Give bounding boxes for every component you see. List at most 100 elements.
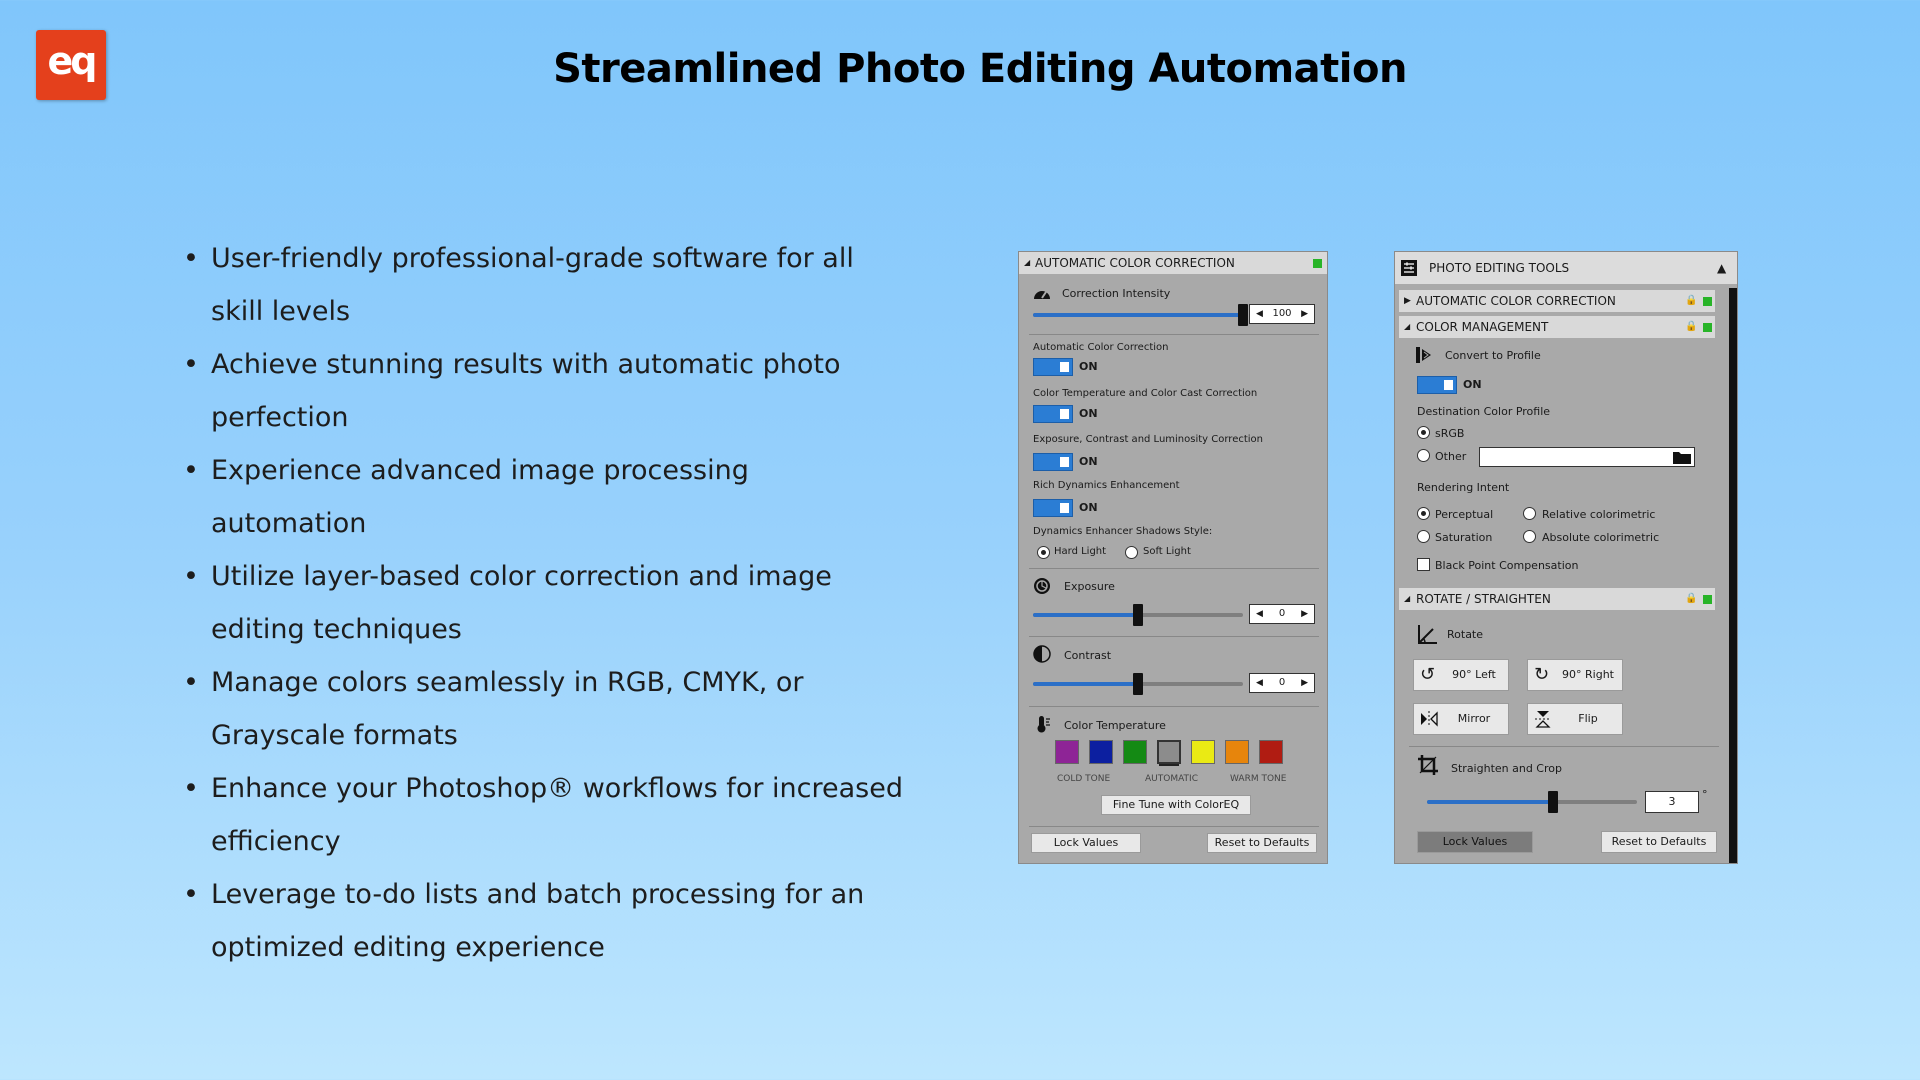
- thermometer-icon: [1037, 716, 1050, 733]
- decrement-arrow-icon[interactable]: ◀: [1256, 305, 1263, 323]
- convert-profile-toggle[interactable]: [1417, 376, 1457, 394]
- reset-defaults-button[interactable]: Reset to Defaults: [1207, 833, 1317, 853]
- hard-light-radio[interactable]: [1037, 546, 1050, 559]
- exposure-contrast-toggle[interactable]: [1033, 453, 1073, 471]
- black-point-checkbox[interactable]: [1417, 558, 1430, 571]
- slider-handle[interactable]: [1548, 791, 1558, 813]
- slider-handle[interactable]: [1238, 304, 1248, 326]
- shadows-style-label: Dynamics Enhancer Shadows Style:: [1033, 526, 1213, 537]
- color-swatch[interactable]: [1225, 740, 1249, 764]
- button-label: Mirror: [1457, 712, 1491, 725]
- expand-triangle-icon[interactable]: ▶: [1404, 290, 1411, 312]
- cold-tone-caption: COLD TONE: [1057, 774, 1111, 784]
- perceptual-radio[interactable]: [1417, 507, 1430, 520]
- slider-fill: [1427, 800, 1553, 804]
- rendering-intent-label: Rendering Intent: [1417, 481, 1510, 494]
- soft-light-radio[interactable]: [1125, 546, 1138, 559]
- increment-arrow-icon[interactable]: ▶: [1301, 305, 1308, 323]
- radio-label: Saturation: [1435, 531, 1493, 544]
- rotate-label: Rotate: [1447, 628, 1484, 641]
- straighten-value-field[interactable]: 3: [1645, 791, 1699, 813]
- panel-header[interactable]: ◢ AUTOMATIC COLOR CORRECTION: [1019, 252, 1327, 274]
- aperture-icon: [1034, 578, 1050, 594]
- other-radio[interactable]: [1417, 449, 1430, 462]
- color-swatch[interactable]: [1259, 740, 1283, 764]
- reset-defaults-button[interactable]: Reset to Defaults: [1601, 831, 1717, 853]
- contrast-stepper[interactable]: ◀ 0 ▶: [1249, 673, 1315, 693]
- panel-title: PHOTO EDITING TOOLS: [1429, 261, 1570, 275]
- color-swatch[interactable]: [1055, 740, 1079, 764]
- mirror-button[interactable]: Mirror: [1413, 703, 1509, 735]
- relative-colorimetric-radio[interactable]: [1523, 507, 1536, 520]
- decrement-arrow-icon[interactable]: ◀: [1256, 605, 1263, 623]
- intensity-stepper[interactable]: ◀ 100 ▶: [1249, 304, 1315, 324]
- color-swatch[interactable]: [1089, 740, 1113, 764]
- saturation-radio[interactable]: [1417, 530, 1430, 543]
- collapse-triangle-icon[interactable]: ◢: [1404, 588, 1410, 610]
- exposure-label: Exposure: [1064, 580, 1115, 593]
- absolute-colorimetric-radio[interactable]: [1523, 530, 1536, 543]
- divider: [1029, 636, 1319, 637]
- feature-item: Achieve stunning results with automatic …: [180, 338, 910, 444]
- slider-handle[interactable]: [1133, 673, 1143, 695]
- increment-arrow-icon[interactable]: ▶: [1301, 674, 1308, 692]
- toggle-state: ON: [1079, 360, 1098, 373]
- status-indicator: [1703, 323, 1712, 332]
- black-point-label: Black Point Compensation: [1435, 559, 1579, 572]
- section-color-management[interactable]: ◢ COLOR MANAGEMENT 🔒: [1399, 316, 1715, 338]
- stepper-value: 0: [1278, 608, 1286, 619]
- stepper-value: 100: [1272, 308, 1292, 319]
- rich-dynamics-toggle[interactable]: [1033, 499, 1073, 517]
- flip-button[interactable]: Flip: [1527, 703, 1623, 735]
- radio-label: Absolute colorimetric: [1542, 531, 1660, 544]
- automatic-caption: AUTOMATIC: [1145, 774, 1198, 784]
- tools-list-icon: [1401, 260, 1417, 276]
- section-rotate[interactable]: ◢ ROTATE / STRAIGHTEN 🔒: [1399, 588, 1715, 610]
- toggle-label: Automatic Color Correction: [1033, 342, 1169, 353]
- section-auto-color[interactable]: ▶ AUTOMATIC COLOR CORRECTION 🔒: [1399, 290, 1715, 312]
- collapse-triangle-icon[interactable]: ◢: [1024, 252, 1030, 274]
- divider: [1029, 706, 1319, 707]
- color-swatch[interactable]: [1157, 740, 1181, 764]
- auto-color-toggle[interactable]: [1033, 358, 1073, 376]
- slider-fill: [1033, 613, 1138, 617]
- warm-tone-caption: WARM TONE: [1230, 774, 1287, 784]
- lock-icon[interactable]: 🔒: [1685, 290, 1697, 312]
- toggle-state: ON: [1079, 407, 1098, 420]
- decrement-arrow-icon[interactable]: ◀: [1256, 674, 1263, 692]
- fine-tune-button[interactable]: Fine Tune with ColorEQ: [1101, 795, 1251, 815]
- rotate-right-button[interactable]: ↻ 90° Right: [1527, 659, 1623, 691]
- gauge-icon: [1034, 291, 1050, 299]
- exposure-stepper[interactable]: ◀ 0 ▶: [1249, 604, 1315, 624]
- other-profile-field[interactable]: [1479, 447, 1695, 467]
- color-swatch[interactable]: [1123, 740, 1147, 764]
- folder-icon[interactable]: [1673, 450, 1691, 464]
- rotate-left-button[interactable]: ↺ 90° Left: [1413, 659, 1509, 691]
- srgb-radio[interactable]: [1417, 426, 1430, 439]
- lock-icon[interactable]: 🔒: [1685, 588, 1697, 610]
- photo-editing-tools-panel: PHOTO EDITING TOOLS ▲ ▶ AUTOMATIC COLOR …: [1394, 251, 1738, 864]
- flip-icon: [1535, 711, 1551, 728]
- color-swatch[interactable]: [1191, 740, 1215, 764]
- lock-icon[interactable]: 🔒: [1685, 316, 1697, 338]
- section-title: ROTATE / STRAIGHTEN: [1416, 592, 1551, 606]
- contrast-icon: [1033, 645, 1051, 663]
- straighten-crop-label: Straighten and Crop: [1451, 762, 1562, 775]
- correction-intensity-slider[interactable]: [1033, 313, 1243, 317]
- scrollbar[interactable]: [1729, 288, 1737, 863]
- collapse-triangle-icon[interactable]: ◢: [1404, 316, 1410, 338]
- convert-profile-icon: [1416, 347, 1431, 363]
- radio-label: Relative colorimetric: [1542, 508, 1656, 521]
- lock-values-button[interactable]: Lock Values: [1031, 833, 1141, 853]
- stepper-value: 0: [1278, 677, 1286, 688]
- straighten-slider[interactable]: [1427, 800, 1637, 804]
- panel-title: AUTOMATIC COLOR CORRECTION: [1035, 256, 1235, 270]
- slider-fill: [1033, 313, 1243, 317]
- radio-label: Soft Light: [1143, 546, 1191, 557]
- feature-item: Experience advanced image processing aut…: [180, 444, 910, 550]
- lock-values-button[interactable]: Lock Values: [1417, 831, 1533, 853]
- increment-arrow-icon[interactable]: ▶: [1301, 605, 1308, 623]
- collapse-up-icon[interactable]: ▲: [1717, 252, 1726, 284]
- slider-handle[interactable]: [1133, 604, 1143, 626]
- color-temp-toggle[interactable]: [1033, 405, 1073, 423]
